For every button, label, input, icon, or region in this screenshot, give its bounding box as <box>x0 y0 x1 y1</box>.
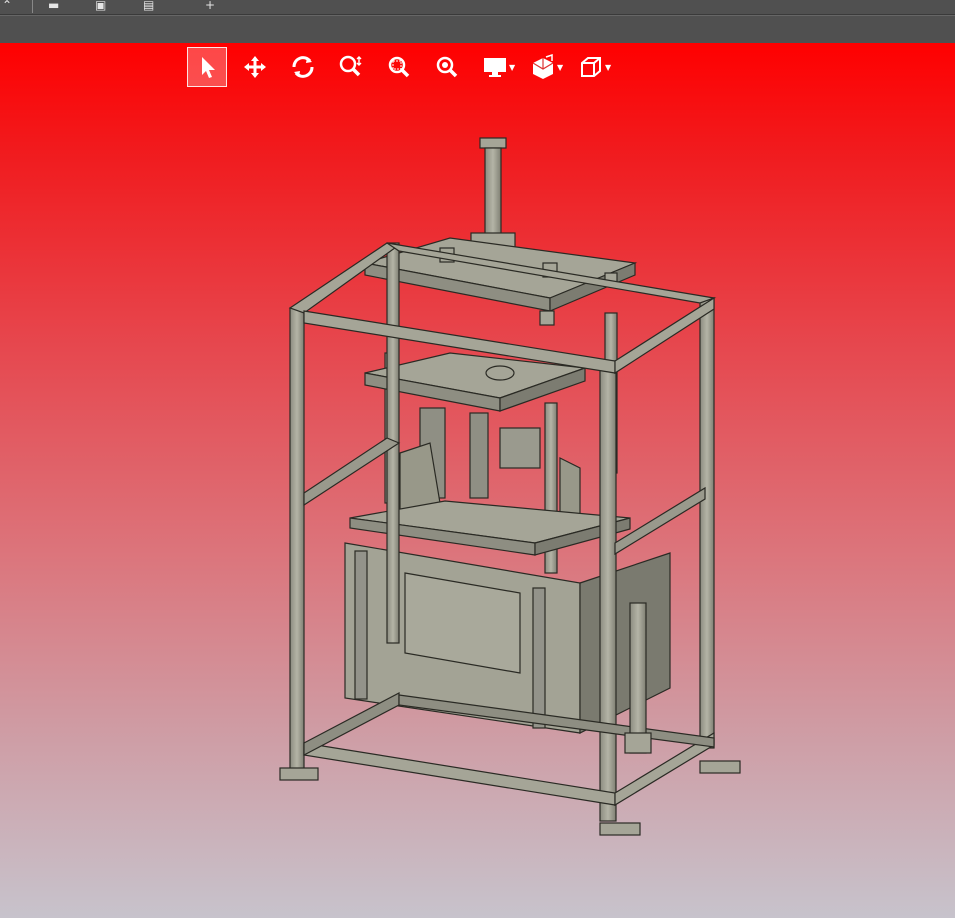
chevron-down-icon[interactable]: ▼ <box>509 63 515 72</box>
section-box-icon <box>532 54 554 79</box>
rotate-tool-button[interactable] <box>283 47 323 87</box>
pointer-icon <box>202 57 215 78</box>
print-icon[interactable]: ▤ <box>143 0 154 11</box>
pan-tool-button[interactable] <box>235 47 275 87</box>
zoom-fit-tool-button[interactable] <box>427 47 467 87</box>
select-tool-button[interactable] <box>187 47 227 87</box>
zoom-icon <box>339 55 362 77</box>
3d-viewport[interactable]: ▼ ▼ ▼ <box>0 43 955 918</box>
chevron-down-icon[interactable]: ▼ <box>605 63 611 72</box>
menu-icon[interactable]: ⌃ <box>2 0 12 11</box>
chevron-down-icon[interactable]: ▼ <box>557 63 563 72</box>
save-icon[interactable]: ▣ <box>95 0 106 11</box>
zoom-fit-icon <box>436 56 458 78</box>
top-toolbar: ⌃ ▬ ▣ ▤ + <box>0 0 955 15</box>
zoom-tool-button[interactable] <box>331 47 371 87</box>
zoom-window-icon <box>388 56 410 78</box>
add-icon[interactable]: + <box>205 0 215 11</box>
view-toolbar: ▼ ▼ ▼ <box>187 47 619 87</box>
zoom-window-tool-button[interactable] <box>379 47 419 87</box>
toolbar-separator <box>32 0 33 13</box>
secondary-toolbar <box>0 15 955 44</box>
move-icon <box>244 56 266 78</box>
monitor-icon <box>484 58 506 77</box>
rotate-icon <box>292 56 314 78</box>
3d-machine-model[interactable] <box>275 133 750 853</box>
view-cube-icon <box>581 57 601 77</box>
minimize-icon[interactable]: ▬ <box>48 0 59 11</box>
